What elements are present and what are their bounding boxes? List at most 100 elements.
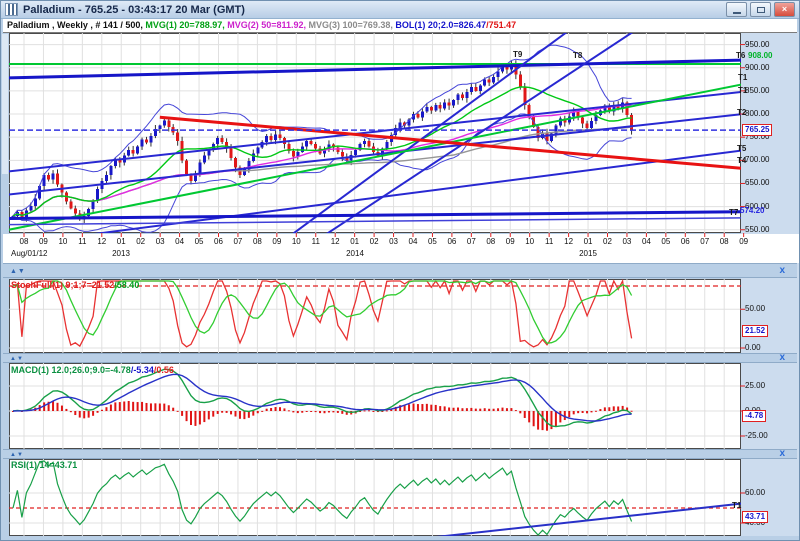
price-axis-label: 850.00 xyxy=(745,86,769,96)
current-price-badge: 765.25 xyxy=(742,124,772,136)
price-axis-label: 700.00 xyxy=(745,155,769,165)
legend-bollinger-upper: BOL(1) 20;2.0=826.47 xyxy=(393,20,486,30)
month-label: 02 xyxy=(370,237,379,247)
price-axis-label: 550.00 xyxy=(745,225,769,235)
month-label: 11 xyxy=(312,237,320,247)
main-plot-layer xyxy=(9,27,757,235)
month-label: 04 xyxy=(642,237,651,247)
trendline-label: 908.00 xyxy=(748,51,772,60)
rsi-axis-label: 60.00 xyxy=(745,488,765,498)
month-label: 01 xyxy=(350,237,359,247)
price-axis-label: 950.00 xyxy=(745,40,769,50)
month-label: 10 xyxy=(58,237,67,247)
trendline-label: T6 xyxy=(736,51,745,60)
month-label: 11 xyxy=(78,237,86,247)
macd-value-badge: -4.78 xyxy=(742,410,766,422)
panel-splitter-stoch[interactable]: ▲▼ x xyxy=(3,353,797,363)
minimize-button[interactable] xyxy=(726,2,747,17)
month-label: 08 xyxy=(20,237,29,247)
month-label: 02 xyxy=(136,237,145,247)
month-label: 07 xyxy=(467,237,476,247)
rsi-header: RSI(1) 14=43.71 xyxy=(11,460,77,470)
stoch-k-label: StochFull(1) 9;1;7=21.52 xyxy=(11,280,114,290)
month-label: 12 xyxy=(564,237,573,247)
panel-splitter-main[interactable]: ▲▼ x xyxy=(3,263,797,278)
stoch-value-badge: 21.52 xyxy=(742,325,768,337)
year-label: 2013 xyxy=(112,249,130,259)
month-label: 05 xyxy=(195,237,204,247)
legend-mvg3: MVG(3) 100=769.38, xyxy=(306,20,393,30)
trendline-label: T1 xyxy=(732,501,741,510)
month-label: 09 xyxy=(272,237,281,247)
month-label: 09 xyxy=(739,237,748,247)
close-panel-icon[interactable]: x xyxy=(779,352,785,364)
trendline-label: T2 xyxy=(737,108,746,117)
panel-splitter-macd[interactable]: ▲▼ x xyxy=(3,449,797,459)
close-panel-icon[interactable]: x xyxy=(779,448,785,460)
price-axis-label: 600.00 xyxy=(745,202,769,212)
rsi-value-badge: 43.71 xyxy=(742,511,768,523)
window-title: Palladium - 765.25 - 03:43:17 20 Mar (GM… xyxy=(23,4,726,16)
month-label: 02 xyxy=(603,237,612,247)
month-label: 08 xyxy=(253,237,262,247)
month-label: 05 xyxy=(661,237,670,247)
stoch-plot-layer xyxy=(9,279,744,353)
month-label: 07 xyxy=(233,237,242,247)
window-controls: × xyxy=(726,2,795,17)
scroll-arrows-icon[interactable]: ▲▼ xyxy=(10,266,26,277)
window-titlebar[interactable]: Palladium - 765.25 - 03:43:17 20 Mar (GM… xyxy=(1,1,799,19)
month-label: 12 xyxy=(97,237,106,247)
restore-icon xyxy=(757,7,765,13)
price-axis-label: 650.00 xyxy=(745,178,769,188)
chart-legend: Palladium , Weekly , # 141 / 500, MVG(1)… xyxy=(3,19,797,33)
trendline-label: T7 xyxy=(729,208,738,217)
stoch-axis-label: 0.00 xyxy=(745,343,761,353)
month-label: 11 xyxy=(545,237,553,247)
trendline-label: T9 xyxy=(513,50,522,59)
month-label: 08 xyxy=(486,237,495,247)
legend-bollinger-lower: /751.47 xyxy=(486,20,516,30)
macd-hist-label: /0.56 xyxy=(154,365,174,375)
year-label: 2014 xyxy=(346,249,364,259)
month-label: 10 xyxy=(525,237,534,247)
trendline-label: T1 xyxy=(738,73,747,82)
rsi-plot-layer xyxy=(9,459,756,538)
month-label: 04 xyxy=(175,237,184,247)
month-label: 03 xyxy=(389,237,398,247)
month-label: 01 xyxy=(584,237,593,247)
macd-header: MACD(1) 12.0;26.0;9.0=-4.78/-5.34/0.56 xyxy=(11,365,174,375)
month-label: 06 xyxy=(214,237,223,247)
trendline-label: T8 xyxy=(573,51,582,60)
macd-line-label: MACD(1) 12.0;26.0;9.0=-4.78 xyxy=(11,365,131,375)
legend-mvg2: MVG(2) 50=811.92, xyxy=(225,20,306,30)
scroll-arrows-icon[interactable]: ▲▼ xyxy=(10,354,24,365)
trendline-label: T4 xyxy=(737,156,746,165)
legend-instrument: Palladium , Weekly , # 141 / 500, xyxy=(7,20,143,30)
year-label: 2015 xyxy=(579,249,597,259)
stoch-axis-label: 50.00 xyxy=(745,304,765,314)
minimize-icon xyxy=(733,12,741,14)
month-label: 06 xyxy=(447,237,456,247)
close-panel-icon[interactable]: x xyxy=(779,265,785,277)
legend-mvg1: MVG(1) 20=788.97, xyxy=(143,20,225,30)
macd-plot-layer xyxy=(9,363,744,449)
app-icon xyxy=(5,3,18,16)
chart-window: 950.00900.00850.00800.00750.00700.00650.… xyxy=(0,0,800,541)
month-label: 05 xyxy=(428,237,437,247)
year-label: Aug/01/12 xyxy=(11,249,47,259)
month-label: 06 xyxy=(681,237,690,247)
month-label: 12 xyxy=(331,237,340,247)
month-label: 08 xyxy=(720,237,729,247)
price-axis-label: 900.00 xyxy=(745,63,769,73)
trendline-label: T1 xyxy=(738,86,747,95)
rsi-label: RSI(1) 14=43.71 xyxy=(11,460,77,470)
month-label: 09 xyxy=(506,237,515,247)
macd-axis-label: -25.00 xyxy=(745,431,768,441)
macd-signal-label: /-5.34 xyxy=(131,365,154,375)
month-label: 03 xyxy=(622,237,631,247)
month-label: 09 xyxy=(39,237,48,247)
close-button[interactable]: × xyxy=(774,2,795,17)
month-label: 07 xyxy=(700,237,709,247)
month-label: 01 xyxy=(117,237,126,247)
restore-button[interactable] xyxy=(750,2,771,17)
